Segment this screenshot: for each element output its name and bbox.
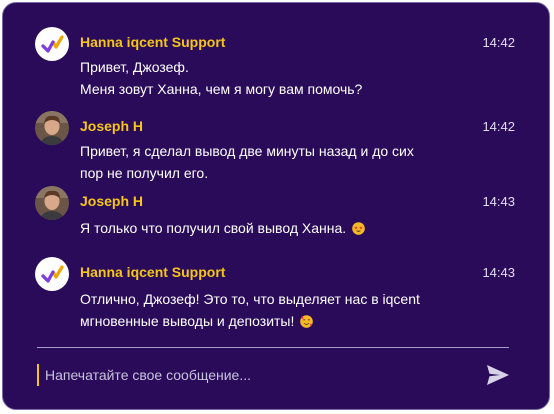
message-sender: Joseph H	[80, 118, 144, 134]
input-caret	[37, 364, 39, 386]
message-sender: Hanna iqcent Support	[80, 264, 226, 280]
send-icon	[487, 365, 509, 385]
chat-message: Hanna iqcent Support 14:43 Отлично, Джоз…	[35, 257, 515, 337]
input-divider	[37, 347, 509, 348]
message-composer	[37, 361, 511, 389]
message-text-line: Я только что получил свой вывод Ханна.	[80, 220, 365, 236]
message-sender: Joseph H	[80, 193, 144, 209]
message-text-line: Привет, Джозеф.	[80, 59, 189, 75]
chat-message: Joseph H 14:42 Привет, я сделал вывод дв…	[35, 111, 515, 181]
chat-window: Hanna iqcent Support 14:42 Привет, Джозе…	[2, 2, 550, 410]
avatar	[35, 111, 69, 145]
message-text-line: Меня зовут Ханна, чем я могу вам помочь?	[80, 81, 363, 97]
smiling-face-with-hearts-emoji-icon	[300, 315, 314, 328]
message-text-line: мгновенные выводы и депозиты!	[80, 313, 314, 329]
message-time: 14:42	[482, 119, 515, 134]
avatar	[35, 186, 69, 220]
iqcent-logo-icon	[35, 257, 69, 291]
chat-message: Joseph H 14:43 Я только что получил свой…	[35, 186, 515, 242]
message-text-line: Привет, я сделал вывод две минуты назад …	[80, 143, 414, 159]
message-time: 14:42	[482, 35, 515, 50]
message-input[interactable]	[45, 361, 465, 389]
message-time: 14:43	[482, 194, 515, 209]
star-struck-emoji-icon	[352, 222, 365, 235]
chat-message: Hanna iqcent Support 14:42 Привет, Джозе…	[35, 27, 515, 107]
message-text-line: Отлично, Джозеф! Это то, что выделяет на…	[80, 291, 420, 307]
message-text: Я только что получил свой вывод Ханна.	[80, 220, 347, 236]
message-text-line: пор не получил его.	[80, 165, 209, 181]
message-text: мгновенные выводы и депозиты!	[80, 313, 295, 329]
message-sender: Hanna iqcent Support	[80, 34, 226, 50]
send-button[interactable]	[485, 363, 511, 387]
iqcent-logo-icon	[35, 27, 69, 61]
message-time: 14:43	[482, 265, 515, 280]
